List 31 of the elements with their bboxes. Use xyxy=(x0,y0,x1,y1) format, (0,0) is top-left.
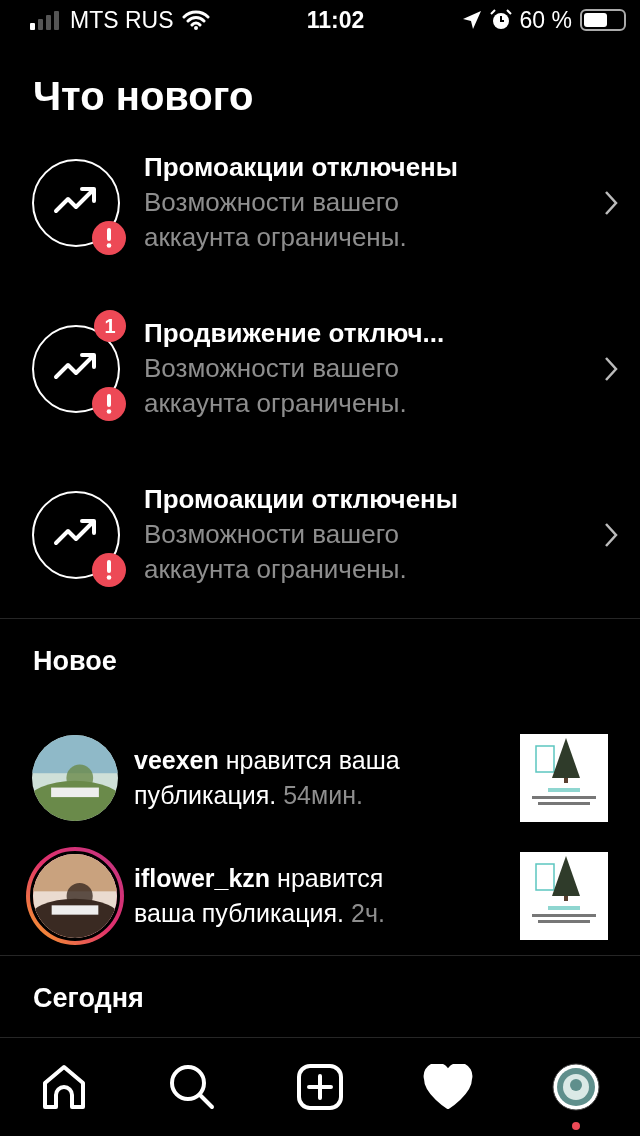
promotion-title: Промоакции отключены xyxy=(144,483,460,516)
promotion-row[interactable]: Промоакции отключены Возможности вашего аккаунта ограничены. xyxy=(0,120,640,286)
alert-badge xyxy=(92,553,126,587)
signal-icon xyxy=(30,10,62,30)
promotion-subtitle: Возможности вашего аккаунта ограничены. xyxy=(144,351,408,420)
alarm-icon xyxy=(489,9,512,31)
clock: 11:02 xyxy=(306,5,365,35)
promotion-title: Промоакции отключены xyxy=(144,151,460,184)
section-heading: Сегодня xyxy=(32,982,145,1015)
promotion-title: Продвижение отключ... xyxy=(144,317,446,350)
carrier-name: MTS RUS xyxy=(70,5,174,35)
battery-percent: 60 % xyxy=(519,5,572,35)
promotion-row[interactable]: 1 Продвижение отключ... Возможности вашего аккаунта ограничены. xyxy=(0,286,640,452)
notification-text: iflower_kzn нравится ваша публикация. 2ч. xyxy=(134,863,386,929)
battery-icon xyxy=(580,9,626,31)
chevron-right-icon xyxy=(604,522,618,548)
wifi-icon xyxy=(181,10,210,30)
notification-text: veexen нравится ваша публикация. 54мин. xyxy=(134,745,401,811)
chevron-right-icon xyxy=(604,190,618,216)
alert-badge xyxy=(92,387,126,421)
page-title: Что нового xyxy=(33,73,255,120)
chevron-right-icon xyxy=(604,356,618,382)
trend-icon xyxy=(32,159,120,247)
promotion-row[interactable]: Промоакции отключены Возможности вашего аккаунта ограничены. xyxy=(0,452,640,618)
count-badge: 1 xyxy=(94,310,126,342)
promotion-subtitle: Возможности вашего аккаунта ограничены. xyxy=(144,185,408,254)
alert-badge xyxy=(92,221,126,255)
section-heading: Новое xyxy=(32,645,118,678)
promotion-subtitle: Возможности вашего аккаунта ограничены. xyxy=(144,517,408,586)
location-icon xyxy=(461,10,482,30)
trend-icon xyxy=(32,491,120,579)
